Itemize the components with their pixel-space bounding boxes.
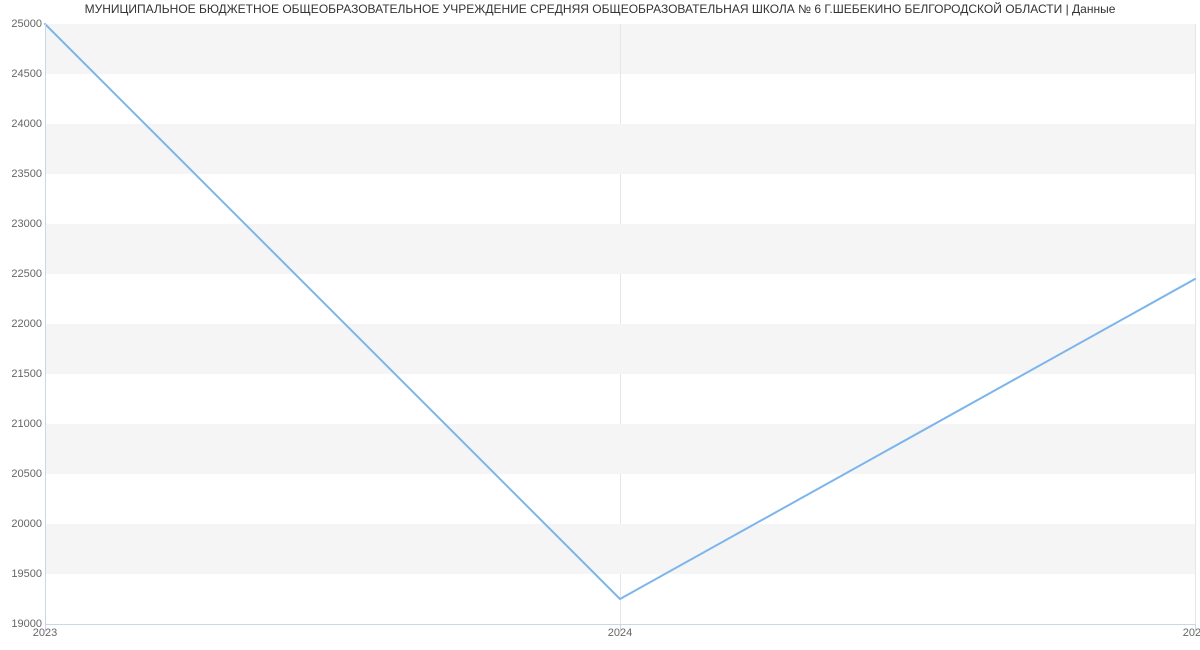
y-tick-label: 25000 [11,18,42,30]
y-tick-label: 22500 [11,268,42,280]
plot-area [45,24,1195,624]
y-axis-line [45,24,46,624]
y-tick-label: 19500 [11,568,42,580]
y-tick-label: 20500 [11,468,42,480]
x-tick-label: 2023 [33,627,57,639]
y-tick-label: 20000 [11,518,42,530]
x-tick-label: 2025 [1183,627,1200,639]
y-tick-label: 24500 [11,68,42,80]
chart-title: МУНИЦИПАЛЬНОЕ БЮДЖЕТНОЕ ОБЩЕОБРАЗОВАТЕЛЬ… [0,2,1200,16]
y-tick-label: 23000 [11,218,42,230]
y-tick-label: 22000 [11,318,42,330]
x-tick-label: 2024 [608,627,632,639]
x-gridline [1195,24,1196,624]
y-tick-label: 24000 [11,118,42,130]
line-series-svg [45,24,1195,624]
y-tick-label: 23500 [11,168,42,180]
y-tick-label: 21500 [11,368,42,380]
data-line [45,24,1195,599]
y-tick-label: 21000 [11,418,42,430]
